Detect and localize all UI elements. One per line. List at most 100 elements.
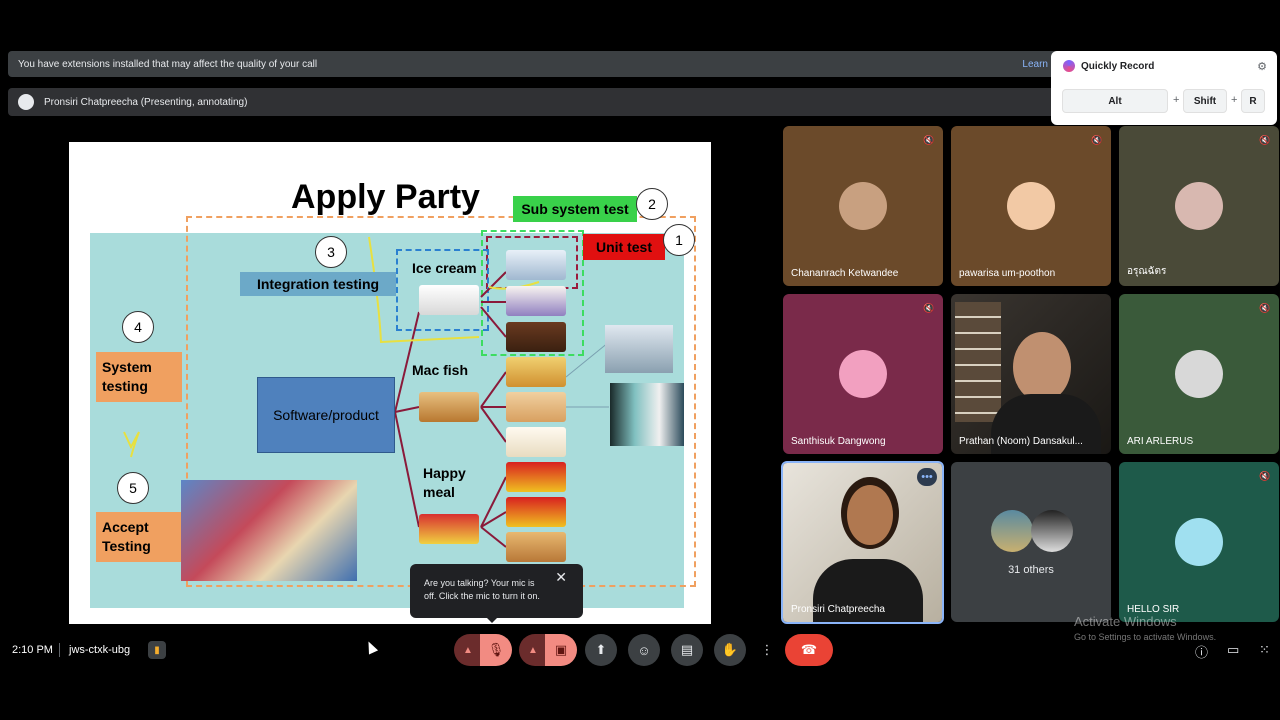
settings-icon[interactable]: ⚙: [1257, 60, 1267, 73]
raise-hand-button[interactable]: ✋: [714, 634, 746, 666]
accept-testing-line1: Accept: [102, 519, 149, 535]
participant-tile[interactable]: 🔇 HELLO SIR: [1119, 462, 1279, 622]
quickly-record-panel: Quickly Record ⚙ Alt + Shift + R: [1051, 51, 1277, 125]
mic-off-button[interactable]: 🎙: [480, 634, 512, 666]
step-circle-4: 4: [122, 311, 154, 343]
participant-name: ARI ARLERUS: [1127, 436, 1194, 447]
presentation-stage: Apply Party Sub system test Unit test In…: [8, 126, 772, 624]
present-screen-icon: ⬆: [595, 642, 607, 657]
divider: [59, 643, 60, 657]
leave-call-button[interactable]: ☎: [785, 634, 833, 666]
tooltip-tail: [486, 617, 498, 623]
participant-tile[interactable]: 🔇 Chananrach Ketwandee: [783, 126, 943, 286]
participant-name: pawarisa um-poothon: [959, 268, 1056, 279]
mic-muted-icon: 🔇: [1091, 134, 1103, 145]
step-circle-2: 2: [636, 188, 668, 220]
system-testing-line1: System: [102, 359, 152, 375]
avatar: [991, 510, 1033, 552]
captions-icon: ▤: [680, 642, 694, 657]
info-icon[interactable]: ⓘ: [1195, 642, 1208, 661]
participant-tile[interactable]: 🔇 Santhisuk Dangwong: [783, 294, 943, 454]
camera-options-caret[interactable]: ▲: [519, 634, 547, 666]
mic-off-tooltip: Are you talking? Your mic is off. Click …: [410, 564, 583, 618]
participant-tile[interactable]: Prathan (Noom) Dansakul...: [951, 294, 1111, 454]
mic-off-icon: 🎙: [487, 642, 505, 657]
happy-meal-image: [419, 514, 479, 544]
participant-name: Pronsiri Chatpreecha: [791, 604, 885, 615]
sauce-image: [506, 427, 566, 457]
key-r[interactable]: R: [1241, 89, 1265, 113]
party-photo: [181, 480, 357, 581]
mic-muted-icon: 🔇: [923, 134, 935, 145]
participant-name: Santhisuk Dangwong: [791, 436, 886, 447]
accept-testing-label: Accept Testing: [96, 512, 182, 562]
camera-off-button[interactable]: ▣: [545, 634, 577, 666]
system-testing-line2: testing: [102, 378, 148, 394]
software-product-box: Software/product: [257, 377, 395, 453]
fries-image: [506, 497, 566, 527]
cream-image: [506, 286, 566, 316]
activities-icon[interactable]: ⁙: [1259, 642, 1270, 658]
happy-meal-line2: meal: [423, 484, 455, 500]
participant-face: [1013, 332, 1071, 402]
banner-text: You have extensions installed that may a…: [18, 58, 318, 70]
happy-meal-line1: Happy: [423, 465, 466, 481]
chat-icon[interactable]: ▭: [1227, 642, 1239, 658]
avatar: [1175, 518, 1223, 566]
fish-image: [605, 325, 673, 373]
mic-muted-icon: 🔇: [1259, 134, 1271, 145]
avatar: [1031, 510, 1073, 552]
learn-more-link[interactable]: Learn: [1022, 59, 1048, 70]
participant-tile[interactable]: 🔇 อรุณฉัตร: [1119, 126, 1279, 286]
participant-name: อรุณฉัตร: [1127, 266, 1167, 277]
milk-cup-image: [506, 250, 566, 280]
avatar: [1175, 350, 1223, 398]
mic-muted-icon: 🔇: [923, 302, 935, 313]
avatar: [1175, 182, 1223, 230]
step-circle-1: 1: [663, 224, 695, 256]
others-tile[interactable]: 31 others: [951, 462, 1111, 622]
reactions-button[interactable]: ☺: [628, 634, 660, 666]
more-options-button[interactable]: ⋮: [756, 634, 778, 666]
participant-name: Chananrach Ketwandee: [791, 268, 899, 279]
participant-name: Prathan (Noom) Dansakul...: [959, 436, 1083, 447]
presenter-text: Pronsiri Chatpreecha (Presenting, annota…: [44, 96, 248, 108]
close-icon[interactable]: ✕: [555, 570, 567, 584]
ice-cream-label: Ice cream: [412, 260, 477, 276]
plus-sign: +: [1231, 94, 1238, 106]
meeting-code: jws-ctxk-ubg: [69, 644, 131, 656]
tooltip-line2: off. Click the mic to turn it on.: [424, 591, 540, 601]
step-circle-5: 5: [117, 472, 149, 504]
system-testing-label: System testing: [96, 352, 182, 402]
ice-cream-image: [419, 285, 479, 315]
quickly-record-header: Quickly Record: [1063, 60, 1154, 72]
mic-options-caret[interactable]: ▲: [454, 634, 482, 666]
clock: 2:10 PM: [12, 644, 53, 656]
fish-burger-image: [419, 392, 479, 422]
participant-tile-active[interactable]: ••• Pronsiri Chatpreecha: [781, 461, 944, 624]
plus-sign: +: [1173, 94, 1180, 106]
avatar: [839, 350, 887, 398]
bottom-control-bar: 2:10 PM jws-ctxk-ubg ▮ ▲ 🎙 ▲ ▣ ⬆ ☺ ▤ ✋ ⋮…: [0, 630, 1280, 670]
captions-button[interactable]: ▤: [671, 634, 703, 666]
mic-muted-icon: 🔇: [1259, 470, 1271, 481]
box-image: [506, 462, 566, 492]
camera-off-icon: ▣: [554, 642, 568, 657]
participant-face: [847, 485, 893, 545]
activate-windows-watermark: Activate Windows: [1074, 614, 1177, 629]
participant-tile[interactable]: 🔇 pawarisa um-poothon: [951, 126, 1111, 286]
key-shift[interactable]: Shift: [1183, 89, 1227, 113]
happy-meal-label: Happy meal: [423, 464, 466, 502]
chocolate-image: [506, 322, 566, 352]
bookshelf: [955, 302, 1001, 422]
mic-muted-icon: 🔇: [1259, 302, 1271, 313]
nuggets-image: [506, 532, 566, 562]
participant-tile[interactable]: 🔇 ARI ARLERUS: [1119, 294, 1279, 454]
meeting-info-icon[interactable]: ▮: [148, 641, 166, 659]
more-options-icon[interactable]: •••: [917, 468, 937, 486]
bun-image: [506, 392, 566, 422]
key-alt[interactable]: Alt: [1062, 89, 1168, 113]
unit-test-label: Unit test: [583, 234, 665, 260]
quickly-record-title: Quickly Record: [1081, 60, 1155, 72]
present-button[interactable]: ⬆: [585, 634, 617, 666]
